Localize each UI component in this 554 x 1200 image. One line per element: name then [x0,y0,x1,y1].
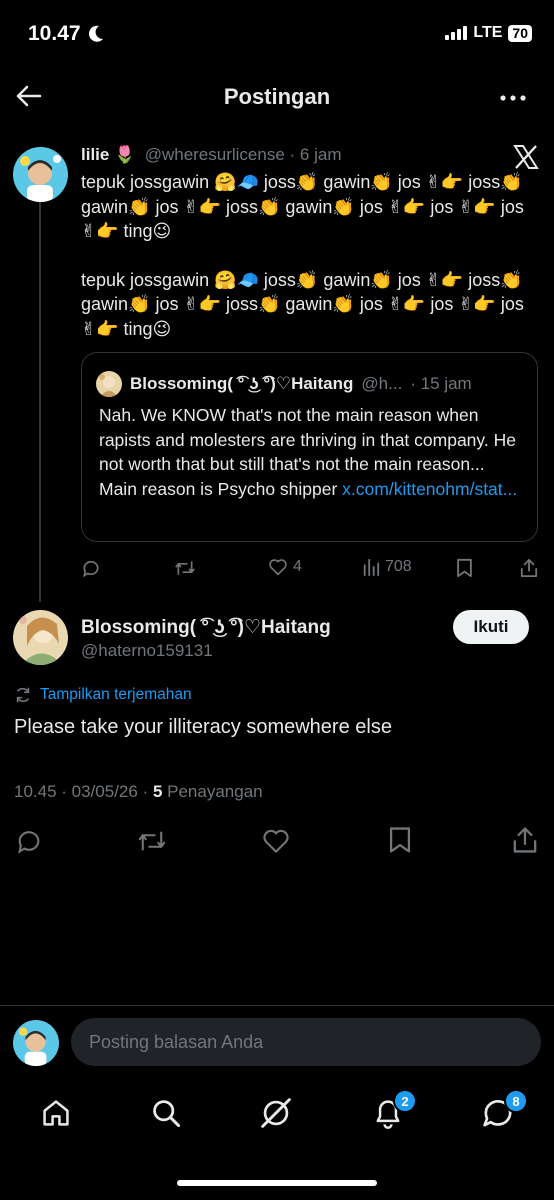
reply-action[interactable] [81,558,101,578]
translate-link[interactable]: Tampilkan terjemahan [14,686,192,704]
tweet-paragraph: tepuk jossgawin 🤗🧢 joss👏 gawin👏 jos ✌👉 j… [81,172,524,241]
status-time: 10.47 [28,22,81,45]
x-logo-icon [513,145,539,169]
like-action[interactable]: 4 [268,558,302,576]
main-bookmark-icon[interactable] [388,826,412,854]
main-avatar[interactable] [13,610,68,665]
quote-link[interactable]: x.com/kittenohm/stat... [342,479,517,499]
home-icon[interactable] [40,1097,72,1129]
reply-input[interactable]: Posting balasan Anda [71,1018,541,1066]
analytics-icon [363,558,380,576]
main-tweet-text: Please take your illiteracy somewhere el… [14,716,392,738]
notifications-badge: 2 [393,1089,417,1113]
messages-badge: 8 [504,1089,528,1113]
reply-icon [83,560,99,578]
quote-avatar [96,371,122,397]
retweet-icon [175,561,195,575]
views-action[interactable]: 708 [362,558,412,576]
main-share-icon[interactable] [512,826,538,854]
home-indicator [177,1180,377,1186]
main-like-icon[interactable] [261,828,291,854]
quote-author-name: Blossoming( ͡° ͜ʖ ͡°)♡Haitang [130,374,354,393]
views-label[interactable]: Penayangan [162,782,262,801]
author-handle[interactable]: @wheresurlicense [145,145,285,164]
bookmark-icon [457,558,472,578]
page-title: Postingan [223,84,331,109]
share-action[interactable] [520,558,538,578]
quote-author-handle: @h... [361,374,403,393]
main-author-name[interactable]: Blossoming( ͡° ͜ʖ ͡°)♡Haitang [81,616,331,639]
battery-icon: 70 [508,24,532,42]
author-name[interactable]: lilie 🌷 [81,145,135,164]
tweet-time: · 6 jam [289,145,342,164]
bookmark-action[interactable] [456,558,473,578]
network-label: LTE [473,24,503,41]
grok-icon[interactable] [259,1096,293,1130]
my-avatar [13,1020,59,1066]
tweet-meta: 10.45 · 03/05/26 · 5 Penayangan [14,782,263,802]
more-options-icon[interactable] [500,95,526,101]
views-count: 708 [385,558,412,575]
tweet-header: lilie 🌷 @wheresurlicense · 6 jam [81,145,342,165]
moon-icon [88,25,104,43]
follow-button[interactable]: Ikuti [453,610,529,644]
translate-icon [16,687,30,703]
quote-time: · 15 jam [410,374,472,393]
like-count: 4 [293,558,302,575]
views-number: 5 [152,782,163,801]
thread-line [39,202,41,602]
heart-icon [269,559,287,576]
translate-label: Tampilkan terjemahan [40,686,192,703]
quote-header: Blossoming( ͡° ͜ʖ ͡°)♡Haitang @h... · 15… [96,371,472,397]
tweet-body: tepuk jossgawin 🤗🧢 joss👏 gawin👏 jos ✌👉 j… [81,170,526,365]
share-icon [520,559,538,577]
main-retweet-icon[interactable] [137,827,167,855]
tweet-timestamp: 10.45 · 03/05/26 · [14,782,153,801]
divider [0,1005,554,1006]
quote-tweet[interactable]: Blossoming( ͡° ͜ʖ ͡°)♡Haitang @h... · 15… [81,352,538,542]
main-author-handle[interactable]: @haterno159131 [81,641,213,661]
main-reply-icon[interactable] [15,827,43,855]
search-icon[interactable] [150,1097,182,1129]
status-right: LTE 70 [445,24,532,42]
quote-text: Nah. We KNOW that's not the main reason … [99,403,524,501]
retweet-action[interactable] [174,558,196,578]
tweet-paragraph: tepuk jossgawin 🤗🧢 joss👏 gawin👏 jos ✌👉 j… [81,269,524,339]
avatar[interactable] [13,147,68,202]
signal-icon [445,26,468,40]
